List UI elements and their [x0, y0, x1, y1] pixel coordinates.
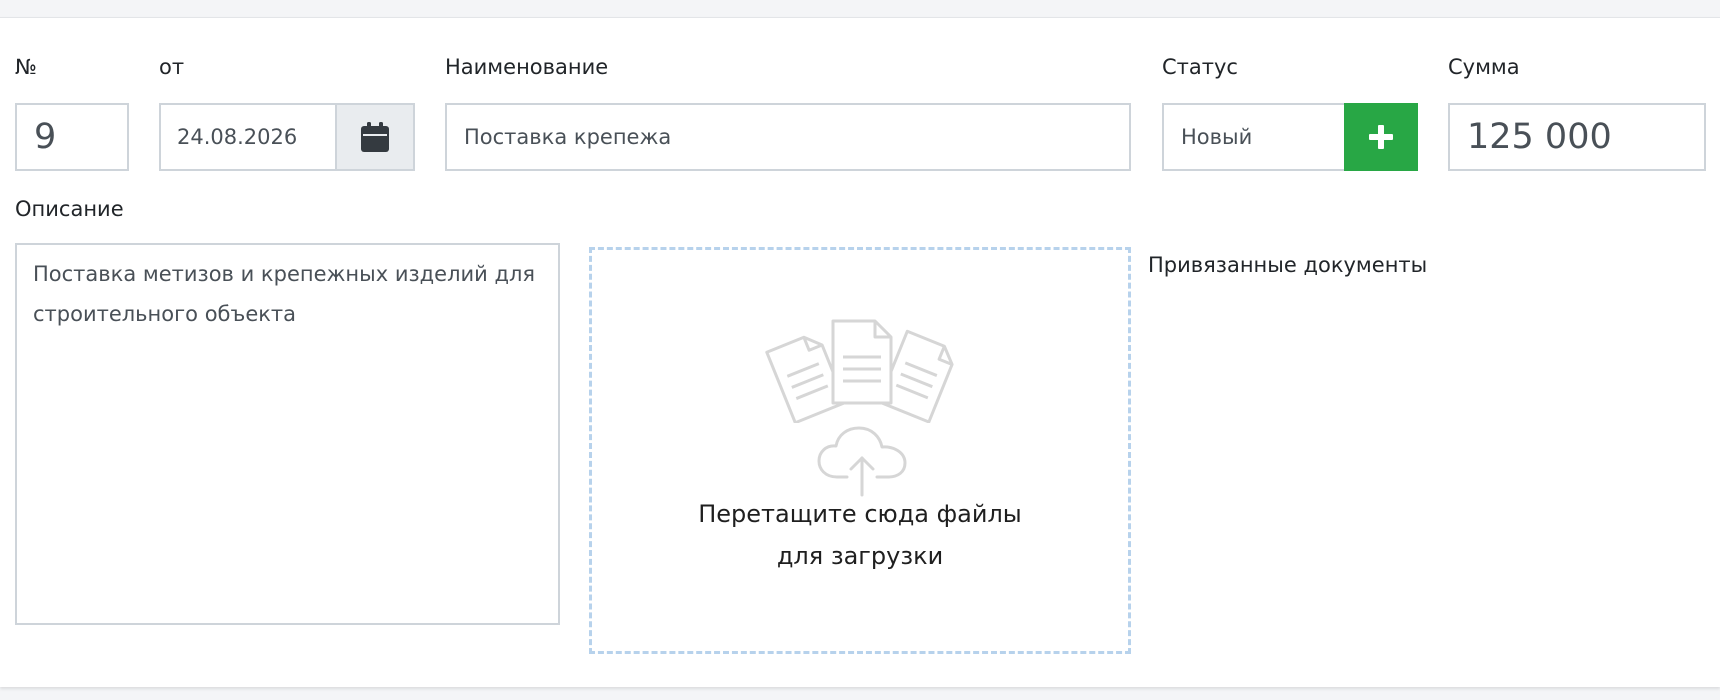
- document-form-panel: № от Наименование Статус Сумма 9 24.08.2…: [0, 17, 1720, 687]
- date-input[interactable]: 24.08.2026: [159, 103, 337, 171]
- linked-documents-label: Привязанные документы: [1148, 253, 1428, 277]
- number-input[interactable]: 9: [15, 103, 129, 171]
- sum-input[interactable]: 125 000: [1448, 103, 1706, 171]
- status-value: Новый: [1181, 125, 1253, 149]
- description-value: Поставка метизов и крепежных изделий для…: [33, 262, 536, 326]
- description-textarea[interactable]: Поставка метизов и крепежных изделий для…: [15, 243, 560, 625]
- calendar-icon: [361, 122, 389, 152]
- date-value: 24.08.2026: [177, 125, 298, 149]
- name-input[interactable]: Поставка крепежа: [445, 103, 1131, 171]
- description-label: Описание: [15, 197, 124, 221]
- plus-icon: [1369, 125, 1393, 149]
- status-select[interactable]: Новый: [1162, 103, 1345, 171]
- cloud-upload-icon: [817, 426, 907, 497]
- number-value: 9: [34, 117, 57, 157]
- status-label: Статус: [1162, 55, 1238, 79]
- documents-icon: [765, 319, 954, 423]
- file-dropzone[interactable]: Перетащите сюда файлы для загрузки: [589, 247, 1131, 654]
- dropzone-text-line1: Перетащите сюда файлы: [698, 500, 1022, 528]
- name-value: Поставка крепежа: [464, 125, 672, 149]
- calendar-button[interactable]: [337, 103, 415, 171]
- add-status-button[interactable]: [1344, 103, 1418, 171]
- number-label: №: [15, 55, 37, 79]
- sum-value: 125 000: [1467, 117, 1612, 157]
- dropzone-text-line2: для загрузки: [776, 542, 944, 570]
- sum-label: Сумма: [1448, 55, 1520, 79]
- date-label: от: [159, 55, 185, 79]
- name-label: Наименование: [445, 55, 609, 79]
